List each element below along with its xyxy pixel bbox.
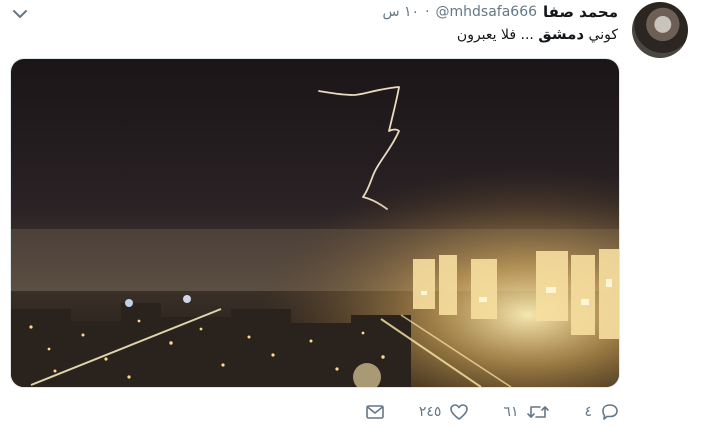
timestamp[interactable]: ١٠ س bbox=[382, 4, 419, 20]
like-count: ٢٤٥ bbox=[418, 404, 442, 420]
display-name[interactable]: محمد صفا bbox=[543, 3, 618, 21]
tweet-text: كوني دمشق ... فلا يعبرون bbox=[457, 25, 618, 43]
avatar[interactable] bbox=[632, 2, 688, 58]
envelope-icon bbox=[365, 404, 385, 420]
separator-dot: · bbox=[425, 4, 430, 20]
reply-button[interactable]: ٤ bbox=[584, 403, 620, 421]
tweet-text-before: كوني bbox=[584, 27, 618, 43]
direct-message-button[interactable] bbox=[365, 404, 385, 420]
tweet-header: محمد صفا @mhdsafa666 · ١٠ س bbox=[382, 2, 618, 22]
reply-count: ٤ bbox=[584, 404, 592, 420]
retweet-icon bbox=[526, 403, 550, 421]
user-handle[interactable]: @mhdsafa666 bbox=[436, 4, 538, 20]
tweet-actions: ٤ ٦١ ٢٤٥ bbox=[300, 400, 620, 424]
like-button[interactable]: ٢٤٥ bbox=[419, 403, 470, 421]
tweet-text-after: ... فلا يعبرون bbox=[456, 27, 539, 43]
retweet-count: ٦١ bbox=[503, 404, 519, 420]
chevron-down-icon bbox=[12, 4, 28, 23]
hashtag-link[interactable]: دمشق bbox=[538, 25, 584, 43]
retweet-button[interactable]: ٦١ bbox=[503, 403, 550, 421]
heart-icon bbox=[449, 403, 469, 421]
tweet-photo[interactable] bbox=[10, 58, 620, 388]
night-city-photo bbox=[11, 59, 619, 387]
tweet-menu-caret[interactable] bbox=[8, 4, 32, 22]
reply-icon bbox=[600, 403, 620, 421]
